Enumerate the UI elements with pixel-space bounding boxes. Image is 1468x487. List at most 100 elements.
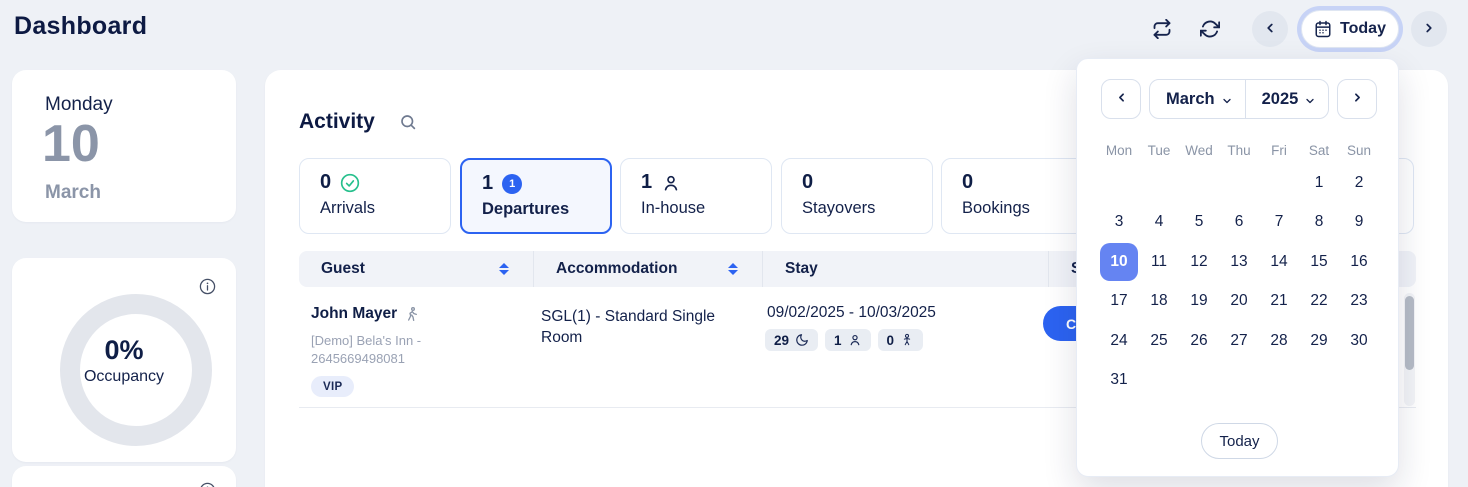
page-title: Dashboard xyxy=(14,12,147,41)
calendar-day[interactable]: 10 xyxy=(1099,242,1139,282)
chevron-right-icon xyxy=(1422,21,1436,38)
calendar-day[interactable]: 7 xyxy=(1259,203,1299,243)
calendar-day[interactable]: 4 xyxy=(1139,203,1179,243)
children-badge: 0 xyxy=(878,329,924,351)
table-scrollbar-track xyxy=(1404,293,1415,406)
chevron-right-icon xyxy=(1351,91,1364,107)
inhouse-label: In-house xyxy=(641,199,705,218)
calendar-day[interactable]: 25 xyxy=(1139,321,1179,361)
bookings-count: 0 xyxy=(962,171,973,194)
calendar-day[interactable]: 24 xyxy=(1099,321,1139,361)
month-select[interactable]: March xyxy=(1150,80,1246,118)
calendar-prev-month-button[interactable] xyxy=(1101,79,1141,119)
today-button[interactable]: Today xyxy=(1301,10,1399,48)
stayovers-count: 0 xyxy=(802,171,813,194)
calendar-today-button[interactable]: Today xyxy=(1201,423,1278,459)
arrivals-count: 0 xyxy=(320,171,331,194)
sync-icon[interactable] xyxy=(1200,19,1220,39)
guests-badge: 1 xyxy=(825,329,871,351)
sidebar-next-card xyxy=(12,466,236,487)
date-weekday: Monday xyxy=(45,94,113,116)
calendar-day[interactable]: 6 xyxy=(1219,203,1259,243)
calendar-day-empty xyxy=(1299,361,1339,401)
calendar-icon xyxy=(1314,20,1332,38)
calendar-day[interactable]: 8 xyxy=(1299,203,1339,243)
calendar-day-empty xyxy=(1219,361,1259,401)
chevron-down-icon xyxy=(1221,93,1233,105)
calendar-popup: March 2025 Mon Tue Wed Thu Fri Sat Sun 1… xyxy=(1076,58,1399,477)
calendar-day[interactable]: 18 xyxy=(1139,282,1179,322)
calendar-day-empty xyxy=(1179,361,1219,401)
calendar-day-empty xyxy=(1219,163,1259,203)
today-button-label: Today xyxy=(1340,20,1386,38)
calendar-day[interactable]: 12 xyxy=(1179,242,1219,282)
occupancy-value: 0% xyxy=(104,335,143,366)
info-icon[interactable] xyxy=(199,482,216,487)
calendar-day[interactable]: 3 xyxy=(1099,203,1139,243)
calendar-weekday-row: Mon Tue Wed Thu Fri Sat Sun xyxy=(1099,143,1379,158)
calendar-day[interactable]: 22 xyxy=(1299,282,1339,322)
search-icon[interactable] xyxy=(399,113,417,131)
calendar-day[interactable]: 17 xyxy=(1099,282,1139,322)
calendar-day[interactable]: 30 xyxy=(1339,321,1379,361)
calendar-day[interactable]: 21 xyxy=(1259,282,1299,322)
bookings-label: Bookings xyxy=(962,199,1030,218)
date-month: March xyxy=(45,182,101,204)
calendar-day-empty xyxy=(1179,163,1219,203)
calendar-day[interactable]: 16 xyxy=(1339,242,1379,282)
person-icon xyxy=(848,333,862,347)
calendar-day[interactable]: 5 xyxy=(1179,203,1219,243)
activity-card-arrivals[interactable]: 0 Arrivals xyxy=(299,158,451,234)
calendar-day-empty xyxy=(1139,163,1179,203)
vip-badge: VIP xyxy=(311,376,354,397)
calendar-grid: 1234567891011121314151617181920212223242… xyxy=(1099,163,1379,400)
calendar-day[interactable]: 20 xyxy=(1219,282,1259,322)
calendar-day[interactable]: 27 xyxy=(1219,321,1259,361)
guest-name[interactable]: John Mayer xyxy=(311,305,397,323)
column-header-accommodation[interactable]: Accommodation xyxy=(533,251,762,287)
nights-badge: 29 xyxy=(765,329,818,351)
activity-card-stayovers[interactable]: 0 Stayovers xyxy=(781,158,933,234)
year-select[interactable]: 2025 xyxy=(1246,80,1329,118)
calendar-day-empty xyxy=(1339,361,1379,401)
calendar-day[interactable]: 2 xyxy=(1339,163,1379,203)
table-scrollbar-thumb[interactable] xyxy=(1405,296,1414,370)
column-header-guest[interactable]: Guest xyxy=(299,251,533,287)
date-day: 10 xyxy=(42,114,100,174)
calendar-day-empty xyxy=(1139,361,1179,401)
calendar-day[interactable]: 14 xyxy=(1259,242,1299,282)
calendar-day[interactable]: 31 xyxy=(1099,361,1139,401)
repeat-icon[interactable] xyxy=(1152,19,1172,39)
guest-property: [Demo] Bela's Inn - 2645669498081 xyxy=(311,332,461,368)
calendar-next-month-button[interactable] xyxy=(1337,79,1377,119)
calendar-day-empty xyxy=(1099,163,1139,203)
moon-icon xyxy=(795,333,809,347)
calendar-day[interactable]: 9 xyxy=(1339,203,1379,243)
walking-person-icon xyxy=(404,306,420,322)
calendar-day[interactable]: 11 xyxy=(1139,242,1179,282)
calendar-day-empty xyxy=(1259,163,1299,203)
prev-day-button[interactable] xyxy=(1252,11,1288,47)
activity-card-bookings[interactable]: 0 Bookings xyxy=(941,158,1093,234)
calendar-day[interactable]: 26 xyxy=(1179,321,1219,361)
calendar-day[interactable]: 28 xyxy=(1259,321,1299,361)
activity-card-inhouse[interactable]: 1 In-house xyxy=(620,158,772,234)
calendar-day[interactable]: 19 xyxy=(1179,282,1219,322)
chevron-left-icon xyxy=(1263,21,1277,38)
check-circle-icon xyxy=(340,173,360,193)
calendar-day[interactable]: 1 xyxy=(1299,163,1339,203)
date-card: Monday 10 March xyxy=(12,70,236,222)
occupancy-card: 0% Occupancy xyxy=(12,258,236,462)
stay-dates: 09/02/2025 - 10/03/2025 xyxy=(767,304,936,322)
calendar-day[interactable]: 13 xyxy=(1219,242,1259,282)
baby-icon xyxy=(900,333,914,347)
calendar-day[interactable]: 29 xyxy=(1299,321,1339,361)
next-day-button[interactable] xyxy=(1411,11,1447,47)
sort-icon[interactable] xyxy=(499,263,509,275)
activity-card-departures[interactable]: 1 1 Departures xyxy=(460,158,612,234)
column-header-stay: Stay xyxy=(762,251,1048,287)
chevron-left-icon xyxy=(1115,91,1128,107)
sort-icon[interactable] xyxy=(728,263,738,275)
calendar-day[interactable]: 15 xyxy=(1299,242,1339,282)
calendar-day[interactable]: 23 xyxy=(1339,282,1379,322)
